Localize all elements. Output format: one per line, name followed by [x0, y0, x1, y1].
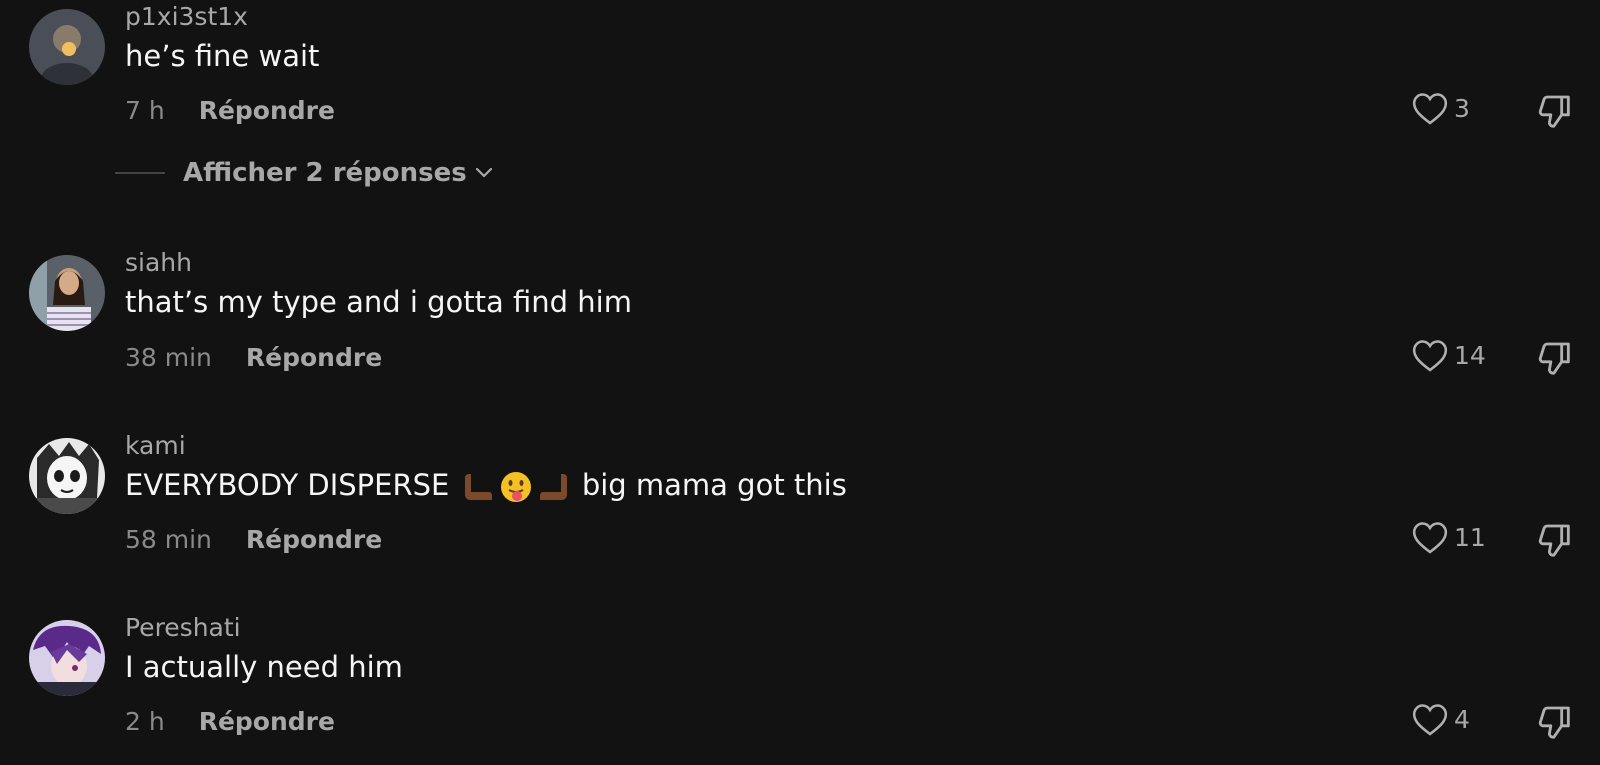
- comment-time: 58 min: [125, 525, 212, 554]
- comment-text-end: big mama got this: [581, 468, 847, 502]
- like-count: 11: [1454, 522, 1486, 552]
- comment-text: that’s my type and i gotta find him: [125, 285, 632, 319]
- comment-time: 2 h: [125, 707, 165, 736]
- dislike-button[interactable]: [1535, 521, 1575, 561]
- like-button[interactable]: 11: [1411, 519, 1486, 555]
- view-replies-label: Afficher 2 réponses: [183, 158, 467, 188]
- like-button[interactable]: 3: [1411, 90, 1470, 126]
- avatar[interactable]: [29, 620, 105, 696]
- comments-list: p1xi3st1x he’s fine wait 7 h Répondre 3 …: [0, 0, 1600, 765]
- dislike-button[interactable]: [1535, 703, 1575, 743]
- user-avatar-icon: [29, 438, 105, 514]
- thumbs-down-icon: [1538, 342, 1570, 375]
- comment-meta: 7 h Répondre: [125, 96, 335, 126]
- heart-icon: [1412, 340, 1448, 372]
- hand-emoji: [464, 474, 492, 500]
- thumbs-down-icon: [1538, 524, 1570, 557]
- comment-time: 38 min: [125, 343, 212, 372]
- comment-meta: 38 min Répondre: [125, 343, 382, 373]
- thumbs-down-icon: [1538, 706, 1570, 739]
- comment-username[interactable]: Pereshati: [125, 613, 241, 643]
- reply-button[interactable]: Répondre: [246, 525, 382, 555]
- user-avatar-icon: [29, 620, 105, 696]
- heart-icon: [1412, 522, 1448, 554]
- comment-time: 7 h: [125, 96, 165, 125]
- view-replies-button[interactable]: Afficher 2 réponses: [115, 158, 493, 188]
- tongue-face-emoji: [500, 472, 531, 502]
- reply-button[interactable]: Répondre: [246, 343, 382, 373]
- divider: [115, 172, 165, 174]
- dislike-button[interactable]: [1535, 92, 1575, 132]
- user-avatar-icon: [29, 255, 105, 331]
- comment-meta: 58 min Répondre: [125, 525, 382, 555]
- comment-text-start: EVERYBODY DISPERSE: [125, 468, 450, 502]
- chevron-down-icon: [475, 167, 492, 178]
- reply-button[interactable]: Répondre: [199, 707, 335, 737]
- comment-username[interactable]: kami: [125, 431, 186, 461]
- comment-meta: 2 h Répondre: [125, 707, 335, 737]
- dislike-button[interactable]: [1535, 339, 1575, 379]
- like-count: 3: [1454, 93, 1470, 123]
- like-count: 4: [1454, 704, 1470, 734]
- avatar[interactable]: [29, 255, 105, 331]
- comment-text: EVERYBODY DISPERSE big mama got this: [125, 468, 847, 504]
- reply-button[interactable]: Répondre: [199, 96, 335, 126]
- heart-icon: [1412, 93, 1448, 125]
- comment-text: he’s fine wait: [125, 39, 320, 73]
- user-avatar-icon: [29, 9, 105, 85]
- thumbs-down-icon: [1538, 95, 1570, 128]
- comment-username[interactable]: siahh: [125, 248, 192, 278]
- avatar[interactable]: [29, 9, 105, 85]
- avatar[interactable]: [29, 438, 105, 514]
- like-count: 14: [1454, 340, 1486, 370]
- like-button[interactable]: 14: [1411, 337, 1486, 373]
- like-button[interactable]: 4: [1411, 701, 1470, 737]
- comment-username[interactable]: p1xi3st1x: [125, 2, 248, 32]
- heart-icon: [1412, 704, 1448, 736]
- hand-emoji: [539, 474, 567, 500]
- comment-text: I actually need him: [125, 650, 403, 684]
